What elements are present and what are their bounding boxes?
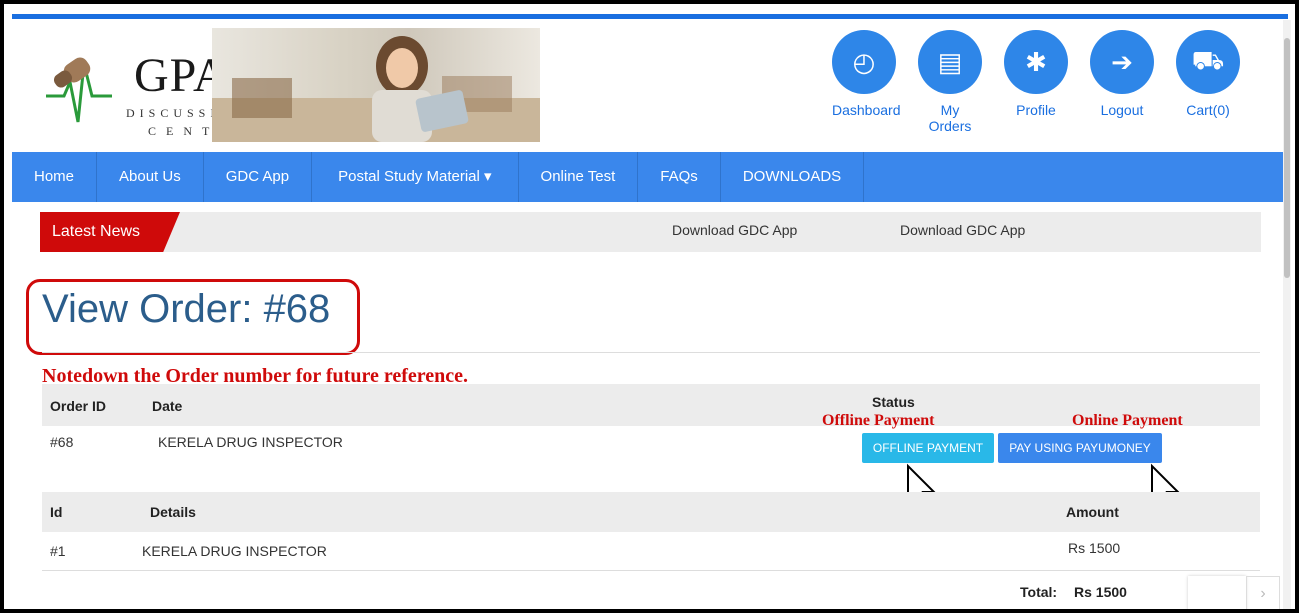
offline-payment-button[interactable]: OFFLINE PAYMENT — [862, 433, 994, 463]
divider — [42, 352, 1260, 353]
items-table-header: Id Details Amount — [42, 492, 1260, 532]
total-value: Rs 1500 — [1074, 584, 1127, 600]
news-item[interactable]: Download GDC App — [672, 212, 797, 248]
nav-downloads[interactable]: DOWNLOADS — [721, 152, 865, 202]
scrollbar-thumb[interactable] — [1284, 38, 1290, 278]
cart-label: Cart(0) — [1186, 102, 1230, 118]
gear-icon: ✱ — [1004, 30, 1068, 94]
logout-link[interactable]: ➔ Logout — [1090, 30, 1154, 140]
latest-news-bar: Latest News Download GDC App Download GD… — [40, 212, 1261, 252]
online-payment-annotation: Online Payment — [1072, 412, 1183, 429]
order-id-value: #68 — [50, 434, 74, 450]
payumoney-button[interactable]: PAY USING PAYUMONEY — [998, 433, 1162, 463]
item-id: #1 — [50, 543, 66, 559]
logout-icon: ➔ — [1090, 30, 1154, 94]
dashboard-link[interactable]: ◴ Dashboard — [832, 30, 901, 140]
header-banner-image — [212, 28, 540, 142]
title-highlight-annotation — [26, 279, 360, 355]
order-date-value: KERELA DRUG INSPECTOR — [158, 434, 343, 450]
col-amount: Amount — [1066, 504, 1119, 520]
site-logo[interactable]: GPAT DISCUSSION CENTER — [44, 44, 253, 152]
page-frame: GPAT DISCUSSION CENTER ◴ Dashboard ▤ My … — [0, 0, 1299, 613]
offline-payment-annotation: Offline Payment — [822, 412, 935, 429]
profile-label: Profile — [1016, 102, 1056, 118]
top-accent-line — [12, 14, 1288, 19]
col-id: Id — [50, 504, 63, 520]
dashboard-icon: ◴ — [832, 30, 896, 94]
latest-news-label: Latest News — [40, 212, 180, 252]
nav-gdc-app[interactable]: GDC App — [204, 152, 313, 202]
main-navbar: Home About Us GDC App Postal Study Mater… — [12, 152, 1288, 202]
nav-home[interactable]: Home — [12, 152, 98, 202]
cart-icon: ⛟ — [1176, 30, 1240, 94]
total-label: Total: — [1020, 584, 1058, 600]
item-amount: Rs 1500 — [1068, 540, 1121, 556]
floating-panel — [1188, 576, 1246, 609]
banner-illustration — [212, 36, 540, 142]
news-item[interactable]: Download GDC App — [900, 212, 1025, 248]
col-status: Status — [872, 394, 915, 410]
col-order-id: Order ID — [50, 398, 107, 414]
my-orders-link[interactable]: ▤ My Orders — [918, 30, 982, 140]
logout-label: Logout — [1100, 102, 1144, 118]
profile-link[interactable]: ✱ Profile — [1004, 30, 1068, 140]
cart-link[interactable]: ⛟ Cart(0) — [1176, 30, 1240, 140]
row-divider — [42, 570, 1260, 571]
nav-postal-study-material[interactable]: Postal Study Material ▾ — [312, 152, 519, 202]
nav-faqs[interactable]: FAQs — [638, 152, 721, 202]
my-orders-label: My Orders — [928, 102, 972, 134]
col-date: Date — [152, 398, 183, 414]
list-icon: ▤ — [918, 30, 982, 94]
account-nav: ◴ Dashboard ▤ My Orders ✱ Profile ➔ Logo… — [832, 30, 1240, 140]
item-details: KERELA DRUG INSPECTOR — [142, 543, 327, 559]
site-header: GPAT DISCUSSION CENTER ◴ Dashboard ▤ My … — [12, 20, 1288, 152]
dashboard-label: Dashboard — [832, 102, 901, 118]
col-details: Details — [150, 504, 196, 520]
nav-online-test[interactable]: Online Test — [519, 152, 639, 202]
logo-mark-icon — [46, 57, 112, 123]
next-page-button[interactable]: › — [1246, 576, 1280, 609]
nav-about-us[interactable]: About Us — [97, 152, 204, 202]
